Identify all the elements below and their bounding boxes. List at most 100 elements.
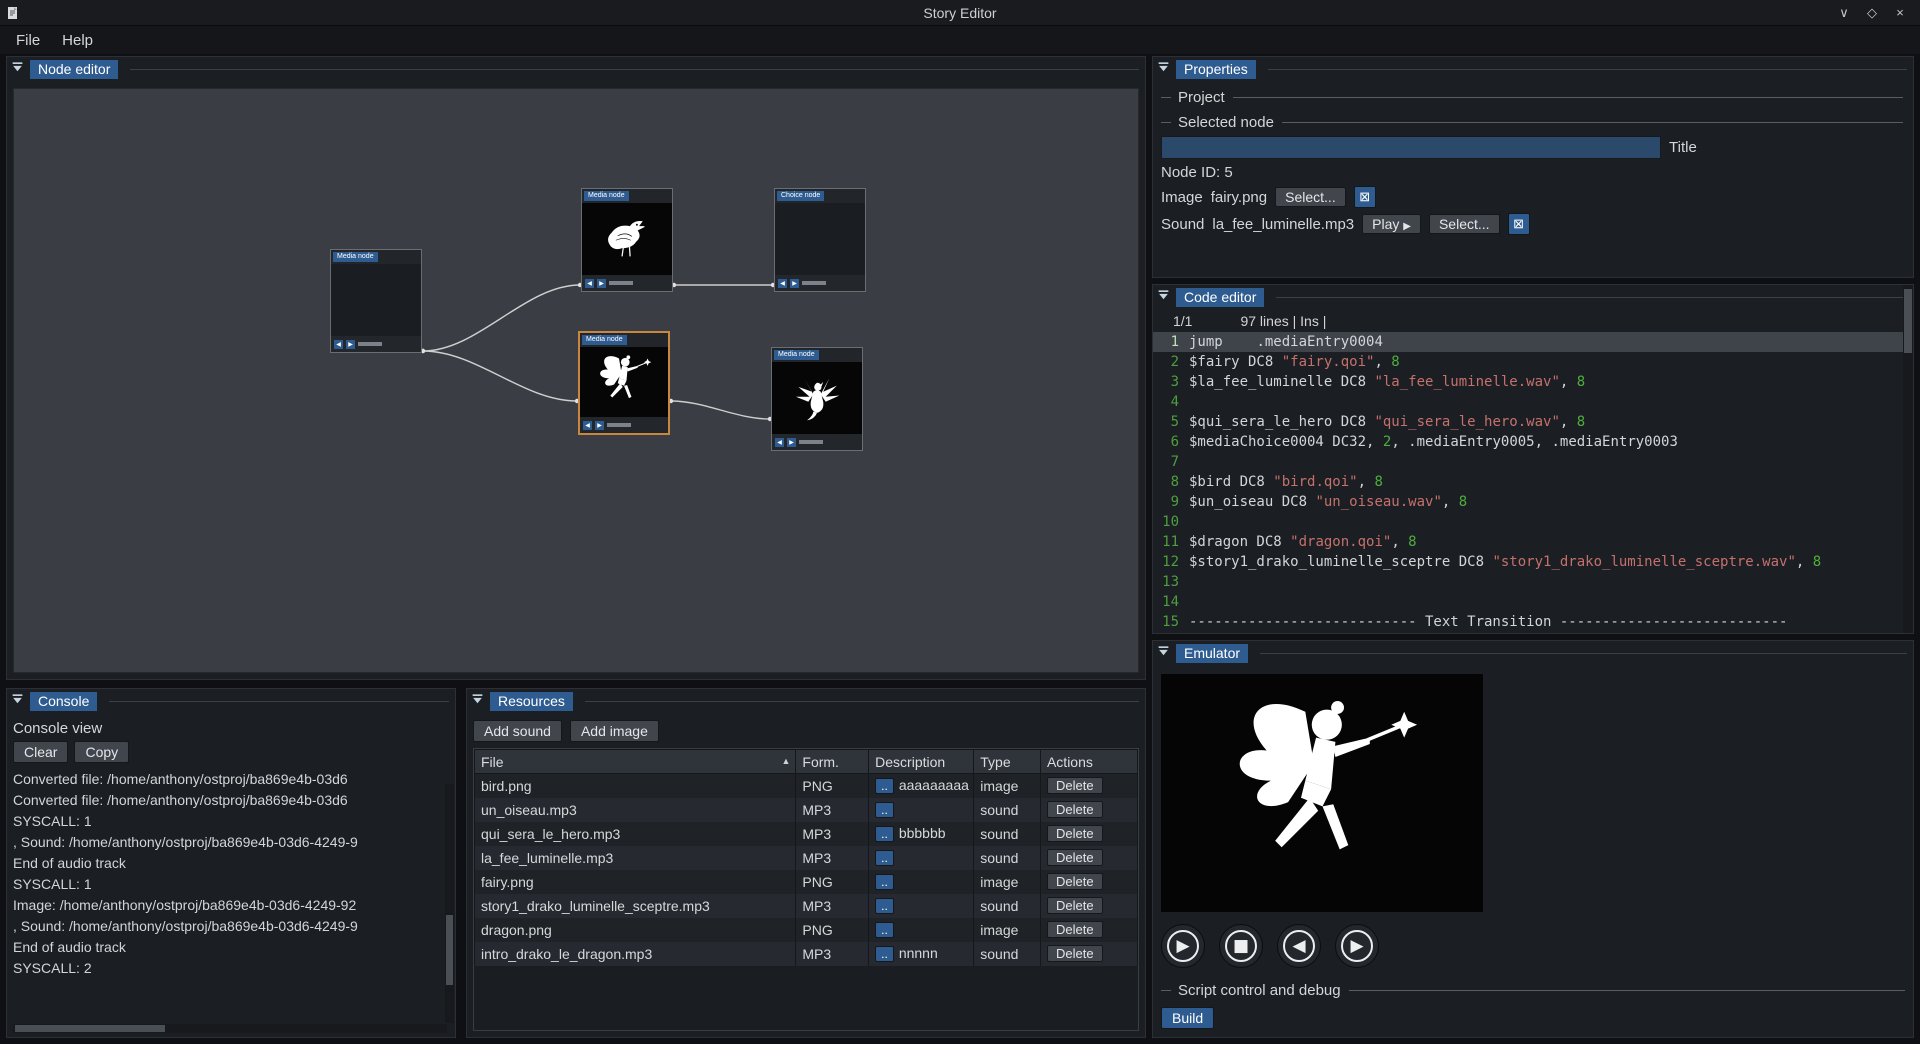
graph-node[interactable]: Media node◀▶ (581, 188, 673, 292)
code-line[interactable]: 2$fairy DC8 "fairy.qoi", 8 (1153, 352, 1913, 372)
console-vertical-scrollbar[interactable] (445, 784, 454, 1023)
code-line[interactable]: 10 (1153, 512, 1913, 532)
resource-row[interactable]: fairy.pngPNG..imageDelete (475, 870, 1138, 894)
edit-description-button[interactable]: .. (875, 898, 894, 914)
code-line[interactable]: 6$mediaChoice0004 DC32, 2, .mediaEntry00… (1153, 432, 1913, 452)
graph-node[interactable]: Media node◀▶ (578, 331, 670, 435)
graph-node[interactable]: Media node◀▶ (330, 249, 422, 353)
node-next-icon[interactable]: ▶ (790, 279, 799, 288)
resource-row[interactable]: story1_drako_luminelle_sceptre.mp3MP3..s… (475, 894, 1138, 918)
play-button[interactable]: ▶ (1161, 924, 1205, 968)
sound-play-button[interactable]: Play ▶ (1362, 214, 1421, 234)
code-line[interactable]: 9$un_oiseau DC8 "un_oiseau.wav", 8 (1153, 492, 1913, 512)
node-next-icon[interactable]: ▶ (346, 340, 355, 349)
resource-row[interactable]: un_oiseau.mp3MP3..soundDelete (475, 798, 1138, 822)
console-horizontal-scrollbar[interactable] (13, 1024, 447, 1033)
column-header-format[interactable]: Form. (796, 750, 869, 774)
edit-description-button[interactable]: .. (875, 850, 894, 866)
step-forward-button[interactable]: ▶ (1335, 924, 1379, 968)
add-image-button[interactable]: Add image (570, 720, 659, 742)
resource-row[interactable]: la_fee_luminelle.mp3MP3..soundDelete (475, 846, 1138, 870)
minimize-icon[interactable]: ∨ (1832, 3, 1856, 23)
collapse-icon[interactable] (1157, 645, 1170, 663)
delete-button[interactable]: Delete (1047, 921, 1103, 938)
collapse-icon[interactable] (1157, 61, 1170, 79)
node-canvas[interactable]: Media node◀▶ Media node◀▶ Choice node◀▶ Med… (13, 88, 1139, 673)
graph-node[interactable]: Choice node◀▶ (774, 188, 866, 292)
node-prev-icon[interactable]: ◀ (585, 279, 594, 288)
column-header-type[interactable]: Type (974, 750, 1041, 774)
delete-button[interactable]: Delete (1047, 897, 1103, 914)
edit-description-button[interactable]: .. (875, 874, 894, 890)
code-line[interactable]: 15--------------------------- Text Trans… (1153, 612, 1913, 632)
code-line[interactable]: 5$qui_sera_le_hero DC8 "qui_sera_le_hero… (1153, 412, 1913, 432)
delete-button[interactable]: Delete (1047, 777, 1103, 794)
code-line[interactable]: 12$story1_drako_luminelle_sceptre DC8 "s… (1153, 552, 1913, 572)
code-area[interactable]: 1jump .mediaEntry00042$fairy DC8 "fairy.… (1153, 332, 1913, 633)
copy-button[interactable]: Copy (74, 741, 129, 763)
close-icon[interactable]: × (1888, 3, 1912, 23)
column-header-description[interactable]: Description (869, 750, 974, 774)
code-text: $dragon DC8 "dragon.qoi", 8 (1189, 532, 1417, 552)
column-header-actions[interactable]: Actions (1040, 750, 1137, 774)
delete-button[interactable]: Delete (1047, 945, 1103, 962)
code-line[interactable]: 7 (1153, 452, 1913, 472)
sound-select-button[interactable]: Select... (1429, 214, 1500, 234)
edit-description-button[interactable]: .. (875, 778, 894, 794)
edit-description-button[interactable]: .. (875, 802, 894, 818)
line-number: 2 (1153, 352, 1189, 372)
node-footer-text (358, 342, 382, 346)
code-line[interactable]: 3$la_fee_luminelle DC8 "la_fee_luminelle… (1153, 372, 1913, 392)
graph-node[interactable]: Media node◀▶ (771, 347, 863, 451)
resource-row[interactable]: bird.pngPNG..aaaaaaaaaimageDelete (475, 774, 1138, 798)
node-prev-icon[interactable]: ◀ (334, 340, 343, 349)
node-next-icon[interactable]: ▶ (595, 421, 604, 430)
delete-button[interactable]: Delete (1047, 825, 1103, 842)
code-line[interactable]: 14 (1153, 592, 1913, 612)
add-sound-button[interactable]: Add sound (473, 720, 562, 742)
collapse-icon[interactable] (1157, 289, 1170, 307)
stop-button[interactable]: ■ (1219, 924, 1263, 968)
title-input[interactable] (1161, 136, 1661, 159)
node-prev-icon[interactable]: ◀ (583, 421, 592, 430)
edit-description-button[interactable]: .. (875, 826, 894, 842)
resource-row[interactable]: dragon.pngPNG..imageDelete (475, 918, 1138, 942)
column-header-file[interactable]: File▲ (475, 750, 796, 774)
resource-row[interactable]: intro_drako_le_dragon.mp3MP3..nnnnnsound… (475, 942, 1138, 966)
emulator-panel: Emulator ▶■◀▶ Script control and debug B… (1152, 640, 1914, 1038)
edit-description-button[interactable]: .. (875, 922, 894, 938)
step-back-button[interactable]: ◀ (1277, 924, 1321, 968)
image-clear-button[interactable]: ⊠ (1354, 186, 1376, 208)
collapse-icon[interactable] (11, 61, 24, 79)
collapse-icon[interactable] (11, 693, 24, 711)
collapse-icon[interactable] (471, 693, 484, 711)
edit-description-button[interactable]: .. (875, 946, 894, 962)
menu-file[interactable]: File (6, 29, 50, 52)
node-prev-icon[interactable]: ◀ (775, 438, 784, 447)
build-button[interactable]: Build (1161, 1007, 1214, 1029)
code-line[interactable]: 13 (1153, 572, 1913, 592)
image-select-button[interactable]: Select... (1275, 187, 1346, 207)
resource-file: dragon.png (475, 918, 796, 942)
menu-help[interactable]: Help (52, 29, 103, 52)
resource-row[interactable]: qui_sera_le_hero.mp3MP3..bbbbbbsoundDele… (475, 822, 1138, 846)
delete-button[interactable]: Delete (1047, 873, 1103, 890)
maximize-icon[interactable]: ◇ (1860, 3, 1884, 23)
code-text: $mediaChoice0004 DC32, 2, .mediaEntry000… (1189, 432, 1678, 452)
delete-button[interactable]: Delete (1047, 801, 1103, 818)
sound-clear-button[interactable]: ⊠ (1508, 213, 1530, 235)
node-prev-icon[interactable]: ◀ (778, 279, 787, 288)
code-line[interactable]: 11$dragon DC8 "dragon.qoi", 8 (1153, 532, 1913, 552)
code-line[interactable]: 4 (1153, 392, 1913, 412)
node-next-icon[interactable]: ▶ (787, 438, 796, 447)
code-text: $qui_sera_le_hero DC8 "qui_sera_le_hero.… (1189, 412, 1585, 432)
code-line[interactable]: 1jump .mediaEntry0004 (1153, 332, 1913, 352)
console-log[interactable]: Converted file: /home/anthony/ostproj/ba… (13, 769, 447, 1022)
delete-button[interactable]: Delete (1047, 849, 1103, 866)
panel-title-emulator: Emulator (1176, 644, 1248, 663)
code-scrollbar[interactable] (1903, 285, 1913, 633)
clear-button[interactable]: Clear (13, 741, 68, 763)
node-next-icon[interactable]: ▶ (597, 279, 606, 288)
code-line[interactable]: 8$bird DC8 "bird.qoi", 8 (1153, 472, 1913, 492)
resource-description: .. (869, 894, 974, 918)
